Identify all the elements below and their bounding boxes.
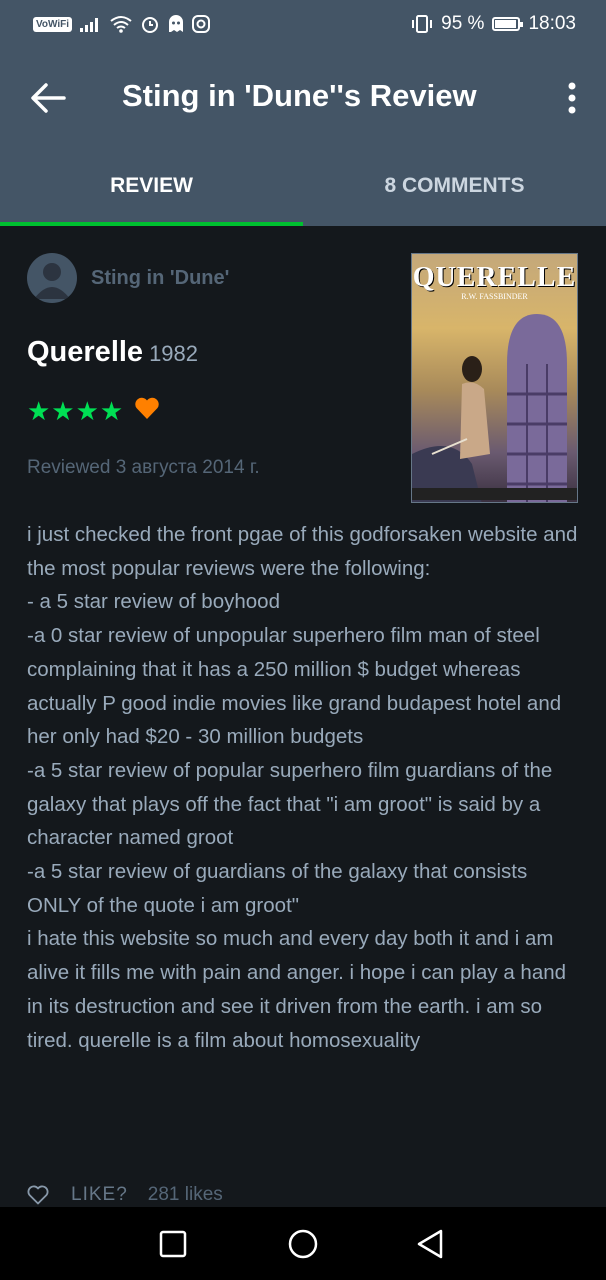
rating-stars: ★★★★ <box>27 396 125 426</box>
clock: 18:03 <box>528 13 576 34</box>
instagram-icon <box>192 15 211 33</box>
heart-icon <box>135 397 159 419</box>
like-row: LIKE? 281 likes <box>27 1184 223 1206</box>
page-title: Sting in 'Dune''s Review <box>122 78 477 113</box>
poster-artwork <box>412 314 577 502</box>
home-circle-icon[interactable] <box>286 1227 320 1261</box>
tab-bar: REVIEW 8 COMMENTS <box>0 146 606 226</box>
review-paragraph: - a 5 star review of boyhood <box>27 590 280 614</box>
review-body: i just checked the front pgae of this go… <box>27 518 579 1057</box>
review-content: Sting in 'Dune' Querelle 1982 ★★★★ Review… <box>0 226 606 1208</box>
review-paragraph: i just checked the front pgae of this go… <box>27 523 578 580</box>
film-year: 1982 <box>149 341 199 366</box>
battery-icon <box>492 17 524 31</box>
reviewer-name[interactable]: Sting in 'Dune' <box>91 267 229 290</box>
app-bar: Sting in 'Dune''s Review <box>0 50 606 146</box>
tab-comments[interactable]: 8 COMMENTS <box>303 146 606 226</box>
review-paragraph: -a 0 star review of unpopular superhero … <box>27 624 562 749</box>
wifi-icon <box>110 16 132 33</box>
alarm-icon <box>142 17 159 33</box>
more-vertical-icon[interactable] <box>562 82 582 114</box>
ghost-icon <box>169 15 184 32</box>
battery-percent: 95 % <box>441 13 485 34</box>
film-title[interactable]: Querelle <box>27 336 143 368</box>
arrow-left-icon[interactable] <box>28 80 68 116</box>
user-icon <box>34 263 70 299</box>
film-heading[interactable]: Querelle 1982 <box>27 336 198 369</box>
signal-icon <box>80 18 99 32</box>
network-badge: VoWiFi <box>33 16 73 32</box>
status-bar: VoWiFi 95 % 18:03 <box>0 0 606 50</box>
review-paragraph: -a 5 star review of guardians of the gal… <box>27 860 528 917</box>
avatar[interactable] <box>27 253 77 303</box>
heart-outline-icon[interactable] <box>27 1185 49 1205</box>
review-paragraph: -a 5 star review of popular superhero fi… <box>27 758 553 850</box>
navigation-bar <box>0 1207 606 1280</box>
like-button[interactable]: LIKE? <box>71 1184 128 1206</box>
back-triangle-icon[interactable] <box>414 1227 448 1261</box>
recents-square-icon[interactable] <box>156 1227 190 1261</box>
reviewed-date: Reviewed 3 августа 2014 г. <box>27 457 260 478</box>
review-paragraph: i hate this website so much and every da… <box>27 927 567 1052</box>
likes-count[interactable]: 281 likes <box>148 1184 223 1206</box>
tab-review[interactable]: REVIEW <box>0 146 303 226</box>
film-poster[interactable]: QUERELLE R.W. FASSBINDER <box>411 253 578 503</box>
vibrate-icon <box>412 15 433 33</box>
